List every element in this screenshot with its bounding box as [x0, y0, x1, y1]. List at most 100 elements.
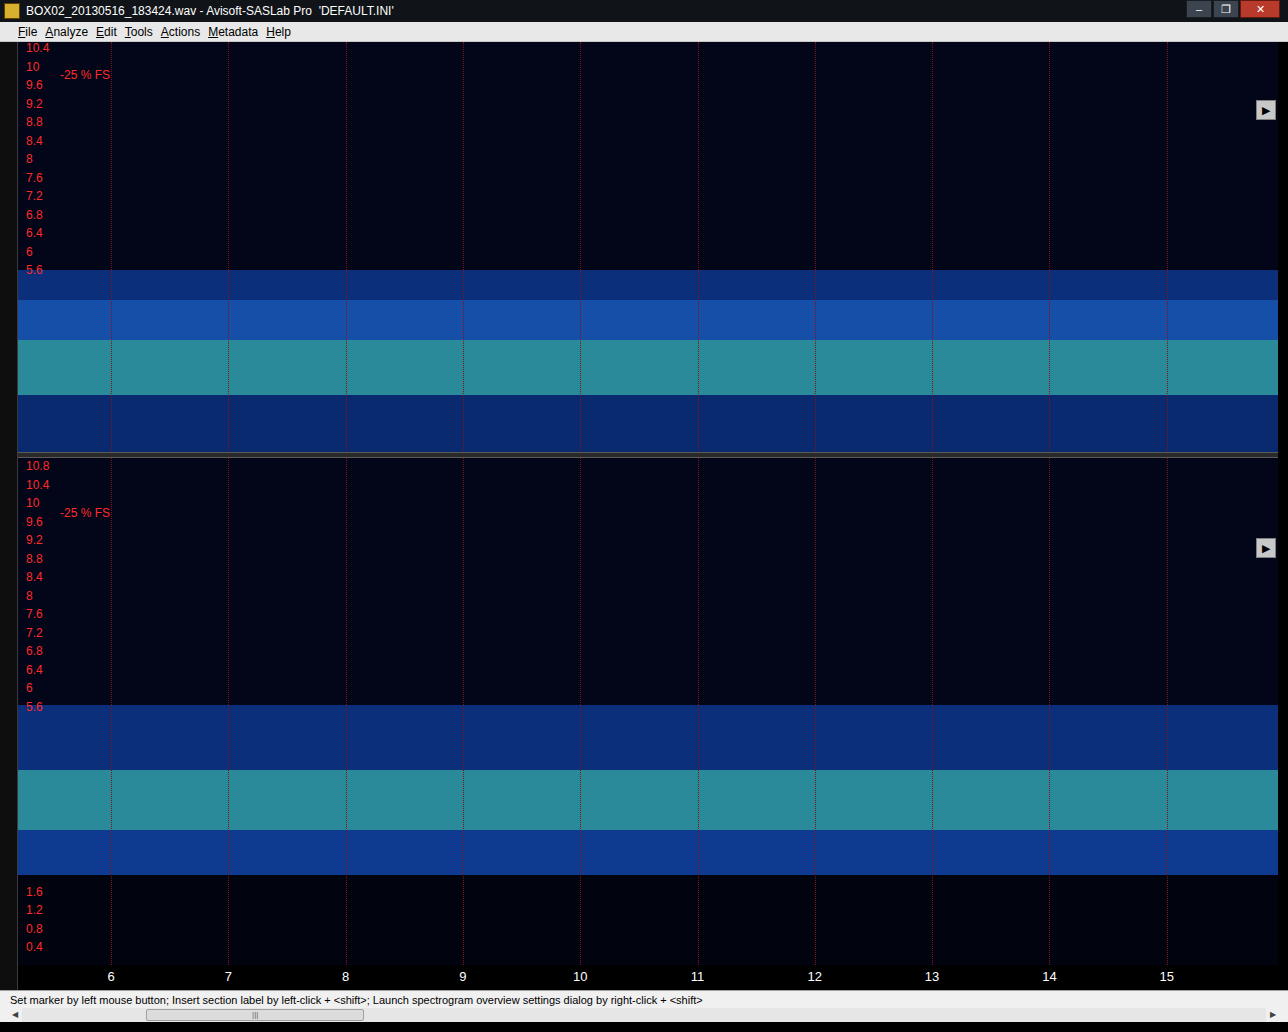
frequency-tick: 6.8 — [26, 644, 43, 658]
frequency-tick: 9.6 — [26, 78, 43, 92]
scroll-left-button[interactable]: ◀ — [8, 1008, 22, 1022]
frequency-tick: 6.4 — [26, 226, 43, 240]
status-bar: Set marker by left mouse button; Insert … — [0, 990, 1288, 1008]
menu-item[interactable]: Edit — [92, 23, 121, 41]
frequency-tick: 6.4 — [26, 663, 43, 677]
time-gridline — [463, 42, 464, 452]
minimize-button[interactable]: ‒ — [1186, 0, 1212, 18]
mnemonic: M — [208, 25, 218, 39]
frequency-tick: 7.2 — [26, 189, 43, 203]
window-controls: ‒❐✕ — [1186, 0, 1284, 22]
frequency-tick: 9.2 — [26, 533, 43, 547]
time-tick: 10 — [565, 969, 595, 985]
mnemonic: E — [96, 25, 104, 39]
time-tick: 11 — [683, 969, 713, 985]
spectrogram-band — [18, 42, 1278, 270]
spectrogram-band — [18, 830, 1278, 875]
time-gridline — [815, 458, 816, 965]
time-tick: 15 — [1152, 969, 1182, 985]
mnemonic: A — [45, 25, 53, 39]
frequency-tick: 6 — [26, 681, 33, 695]
frequency-tick: 10.4 — [26, 42, 49, 55]
spectrogram-band — [18, 395, 1278, 452]
frequency-tick: 0.4 — [26, 940, 43, 954]
spectrogram-panel[interactable]: 10.810.4109.69.28.88.487.67.26.86.465.61… — [18, 458, 1278, 965]
close-button[interactable]: ✕ — [1240, 0, 1280, 18]
frequency-tick: 1.6 — [26, 885, 43, 899]
time-gridline — [346, 458, 347, 965]
time-gridline — [111, 42, 112, 452]
frequency-tick: 10.8 — [26, 459, 49, 473]
menu-item[interactable]: File — [14, 23, 41, 41]
bottom-edge — [0, 1022, 1288, 1032]
frequency-tick: 9.6 — [26, 515, 43, 529]
play-button[interactable]: ▶ — [1256, 100, 1276, 120]
menu-bar: FileAnalyzeEditToolsActionsMetadataHelp — [0, 22, 1288, 42]
mnemonic: H — [266, 25, 275, 39]
title-bar: BOX02_20130516_183424.wav - Avisoft-SASL… — [0, 0, 1288, 22]
menu-item[interactable]: Tools — [121, 23, 157, 41]
frequency-tick: 9.2 — [26, 97, 43, 111]
spectrogram-band — [18, 705, 1278, 770]
horizontal-scrollbar[interactable]: ◀ ||| ▶ — [0, 1008, 1288, 1022]
main-area: 10.4 10 9.6 9.2 8.8 8.4 8 7.6 7.2 6.8 6.4 6 5.6 -25 %… — [0, 42, 1288, 990]
left-strip — [0, 42, 18, 990]
frequency-tick: 5.6 — [26, 700, 43, 714]
spectrogram-panel[interactable]: 10.4109.69.28.88.487.67.26.86.465.6-25 %… — [18, 42, 1278, 452]
time-gridline — [1167, 458, 1168, 965]
spectrogram-band — [18, 458, 1278, 705]
time-tick: 9 — [448, 969, 478, 985]
restore-button[interactable]: ❐ — [1213, 0, 1239, 18]
scroll-track[interactable]: ||| — [22, 1008, 1266, 1022]
frequency-tick: 6 — [26, 245, 33, 259]
time-gridline — [1049, 458, 1050, 965]
frequency-tick: 10 — [26, 60, 39, 74]
scroll-right-button[interactable]: ▶ — [1266, 1008, 1280, 1022]
menu-item[interactable]: Actions — [157, 23, 204, 41]
spectrogram-band — [18, 340, 1278, 395]
play-button[interactable]: ▶ — [1256, 538, 1276, 558]
menu-item[interactable]: Analyze — [41, 23, 92, 41]
frequency-tick: 10 — [26, 496, 39, 510]
frequency-tick: 8.8 — [26, 552, 43, 566]
time-gridline — [698, 458, 699, 965]
time-gridline — [1167, 42, 1168, 452]
time-gridline — [111, 458, 112, 965]
time-gridline — [346, 42, 347, 452]
time-tick: 13 — [917, 969, 947, 985]
frequency-tick: 8 — [26, 589, 33, 603]
frequency-tick: 7.6 — [26, 171, 43, 185]
time-gridline — [580, 458, 581, 965]
frequency-tick: 8.8 — [26, 115, 43, 129]
frequency-tick: 8.4 — [26, 134, 43, 148]
time-gridline — [932, 42, 933, 452]
spectrogram-view: 10.4 10 9.6 9.2 8.8 8.4 8 7.6 7.2 6.8 6.4 6 5.6 -25 %… — [18, 42, 1278, 990]
menu-item[interactable]: Help — [262, 23, 295, 41]
menu-item[interactable]: Metadata — [204, 23, 262, 41]
level-label: -25 % FS — [60, 506, 110, 520]
time-gridline — [228, 458, 229, 965]
window-title: BOX02_20130516_183424.wav - Avisoft-SASL… — [26, 0, 1180, 22]
frequency-tick: 7.2 — [26, 626, 43, 640]
time-gridline — [228, 42, 229, 452]
spectrogram-band — [18, 770, 1278, 830]
time-gridline — [463, 458, 464, 965]
spectrogram-image — [18, 42, 1278, 452]
app-icon — [4, 3, 20, 19]
time-axis: 6789101112131415 — [18, 965, 1278, 990]
scroll-thumb[interactable]: ||| — [146, 1009, 364, 1021]
time-gridline — [932, 458, 933, 965]
mnemonic: F — [18, 25, 25, 39]
time-tick: 7 — [213, 969, 243, 985]
mnemonic: A — [161, 25, 169, 39]
frequency-tick: 7.6 — [26, 607, 43, 621]
frequency-tick: 1.2 — [26, 903, 43, 917]
level-label: -25 % FS — [60, 68, 110, 82]
spectrogram-image — [18, 458, 1278, 965]
right-strip — [1278, 42, 1288, 990]
time-gridline — [580, 42, 581, 452]
time-tick: 6 — [96, 969, 126, 985]
frequency-tick: 5.6 — [26, 263, 43, 277]
frequency-tick: 0.8 — [26, 922, 43, 936]
status-text: Set marker by left mouse button; Insert … — [10, 992, 703, 1008]
